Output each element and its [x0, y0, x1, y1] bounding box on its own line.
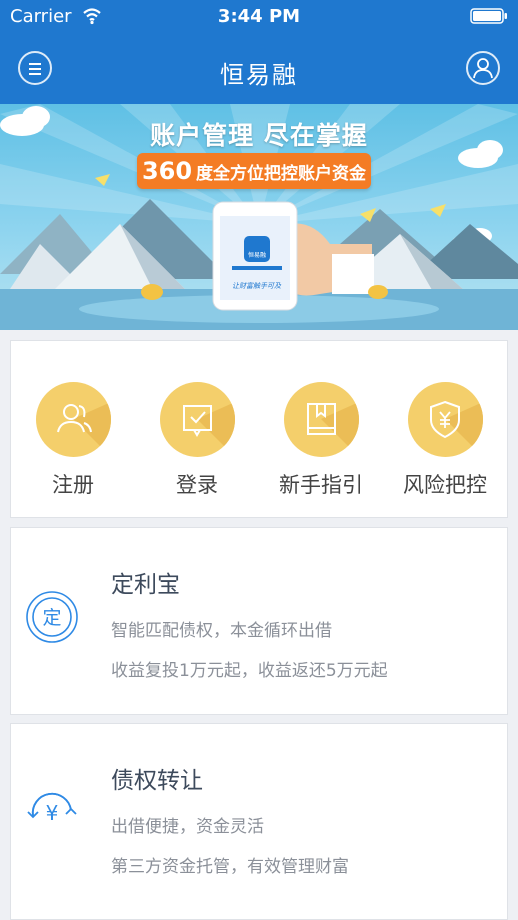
- banner-title: 账户管理 尽在掌握: [150, 121, 368, 150]
- ding-badge-icon: 定: [26, 591, 78, 643]
- product-title: 定利宝: [111, 572, 180, 598]
- top-bar: Carrier 3:44 PM 恒易融: [0, 0, 518, 104]
- promo-banner[interactable]: 账户管理 尽在掌握 360 度全方位把控账户资金 恒易融 让财富触手可及: [0, 104, 518, 330]
- status-time: 3:44 PM: [217, 6, 301, 27]
- yen-transfer-text: ¥: [46, 801, 59, 825]
- beginner-guide-label: 新手指引: [279, 473, 363, 497]
- user-profile-icon: [473, 58, 493, 79]
- product-terms: 第三方资金托管，有效管理财富: [111, 857, 349, 877]
- yen-transfer-icon: ¥: [27, 792, 77, 825]
- app-screen: Carrier 3:44 PM 恒易融 账户管理 尽在掌握 360 度全方位把控…: [0, 0, 518, 920]
- product-title: 债权转让: [111, 768, 203, 794]
- shield-yen-icon: [429, 400, 483, 457]
- login-label: 登录: [176, 473, 218, 497]
- register-label: 注册: [52, 473, 94, 497]
- product-terms: 收益复投1万元起，收益返还5万元起: [111, 661, 388, 681]
- product-card-dinglibao[interactable]: 定 定利宝 智能匹配债权，本金循环出借 收益复投1万元起，收益返还5万元起: [10, 527, 508, 715]
- book-icon: [306, 402, 359, 457]
- status-bar: Carrier 3:44 PM: [0, 0, 518, 34]
- ding-badge-text: 定: [42, 607, 61, 629]
- app-brand-logo: 恒易融: [220, 61, 298, 89]
- register-circle: [35, 382, 111, 457]
- phone-screen-app-name: 恒易融: [248, 252, 267, 259]
- login-check-icon: [182, 402, 235, 457]
- risk-control-label: 风险把控: [403, 473, 487, 497]
- users-icon: [56, 402, 111, 457]
- register-action[interactable]: 注册: [11, 382, 135, 499]
- beginner-guide-action[interactable]: 新手指引: [259, 382, 383, 499]
- product-description: 出借便捷，资金灵活: [111, 817, 264, 837]
- battery-icon: [470, 8, 507, 24]
- banner-subtitle-pill: 360 度全方位把控账户资金: [137, 153, 371, 189]
- beginner-guide-circle: [283, 382, 359, 457]
- login-circle: [159, 382, 235, 457]
- phone-screen-caption: 让财富触手可及: [232, 282, 281, 290]
- banner-pill-number: 360: [141, 157, 193, 185]
- risk-control-action[interactable]: 风险把控: [383, 382, 507, 499]
- user-profile-button[interactable]: [466, 51, 500, 85]
- product-card-debt-transfer[interactable]: ¥ 债权转让 出借便捷，资金灵活 第三方资金托管，有效管理财富: [10, 723, 508, 920]
- banner-pill-text: 度全方位把控账户资金: [196, 164, 367, 184]
- risk-control-circle: [407, 382, 483, 457]
- login-action[interactable]: 登录: [135, 382, 259, 499]
- product-description: 智能匹配债权，本金循环出借: [111, 621, 332, 641]
- quick-actions-card: 注册 登录 新手指引 风险把控: [10, 340, 508, 518]
